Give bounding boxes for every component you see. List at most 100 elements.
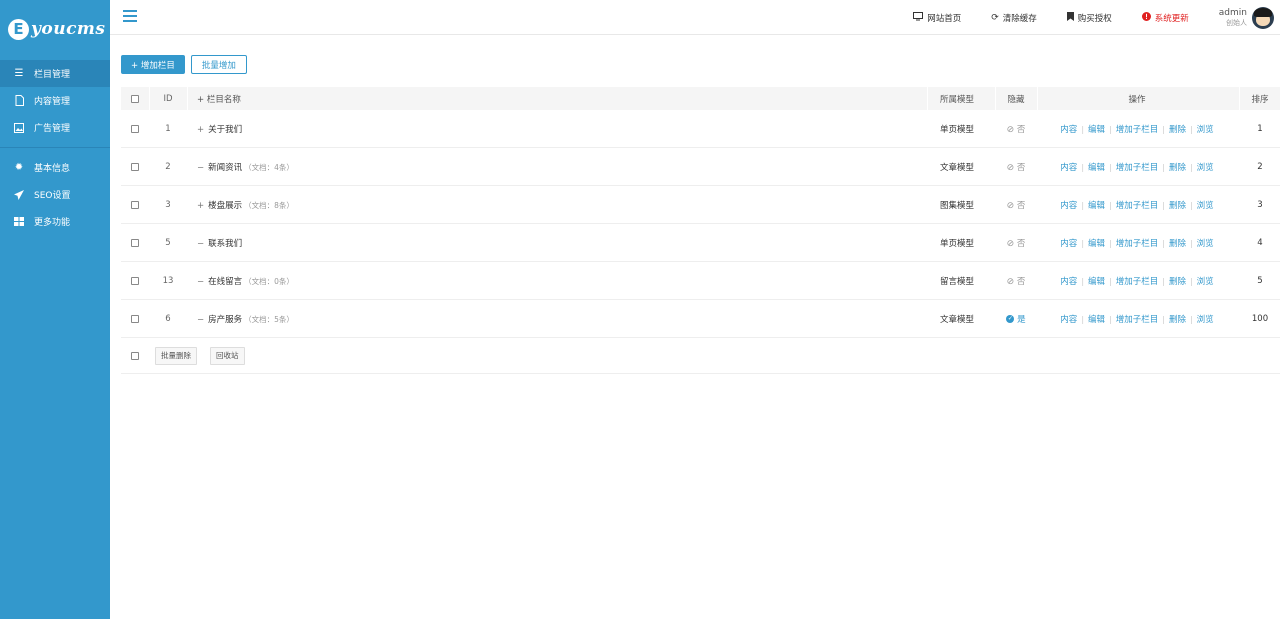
hidden-value: 否: [1016, 200, 1026, 211]
op-delete-link[interactable]: 删除: [1169, 315, 1186, 325]
op-content-link[interactable]: 内容: [1060, 315, 1077, 325]
row-hidden: ⊘ 否: [997, 237, 1035, 249]
row-name-cell: − 在线留言 （文档：0条）: [197, 275, 294, 287]
avatar[interactable]: [1252, 6, 1274, 29]
op-add-sub-link[interactable]: 增加子栏目: [1116, 163, 1159, 173]
grid-icon: [12, 217, 26, 226]
op-add-sub-link[interactable]: 增加子栏目: [1116, 239, 1159, 249]
row-name: 房产服务: [208, 314, 243, 325]
op-browse-link[interactable]: 浏览: [1197, 315, 1214, 325]
op-edit-link[interactable]: 编辑: [1088, 163, 1105, 173]
sidebar-item-seo[interactable]: SEO设置: [0, 181, 110, 208]
op-content-link[interactable]: 内容: [1060, 277, 1077, 287]
op-content-link[interactable]: 内容: [1060, 239, 1077, 249]
sidebar-divider: [0, 147, 110, 148]
expand-toggle[interactable]: −: [197, 315, 204, 325]
op-delete-link[interactable]: 删除: [1169, 163, 1186, 173]
header-id: ID: [163, 93, 173, 104]
row-id: 6: [165, 313, 171, 324]
expand-toggle[interactable]: −: [197, 239, 204, 249]
row-checkbox[interactable]: [131, 276, 139, 285]
op-browse-link[interactable]: 浏览: [1197, 125, 1214, 135]
op-edit-link[interactable]: 编辑: [1088, 239, 1105, 249]
expand-toggle[interactable]: −: [197, 163, 204, 173]
row-model: 文章模型: [939, 314, 974, 325]
row-id: 5: [165, 237, 171, 248]
header-name[interactable]: + 栏目名称: [197, 93, 241, 105]
row-checkbox[interactable]: [131, 200, 139, 209]
op-delete-link[interactable]: 删除: [1169, 277, 1186, 287]
sidebar-item-content[interactable]: 内容管理: [0, 87, 110, 114]
select-all-footer-checkbox[interactable]: [131, 351, 139, 360]
hidden-value: 是: [1017, 314, 1026, 325]
row-sort[interactable]: 1: [1241, 124, 1279, 134]
row-checkbox[interactable]: [131, 238, 139, 247]
expand-toggle[interactable]: −: [197, 277, 204, 287]
user-names: admin 创始人: [1219, 8, 1247, 28]
row-id: 13: [162, 275, 174, 286]
select-all-checkbox[interactable]: [131, 94, 139, 103]
row-sort[interactable]: 5: [1241, 276, 1279, 286]
row-sort[interactable]: 4: [1241, 238, 1279, 248]
header-ops: 操作: [1128, 94, 1146, 105]
expand-toggle[interactable]: +: [197, 125, 204, 135]
add-column-button[interactable]: + 增加栏目: [121, 55, 185, 74]
op-add-sub-link[interactable]: 增加子栏目: [1116, 277, 1159, 287]
op-browse-link[interactable]: 浏览: [1197, 277, 1214, 287]
expand-toggle[interactable]: +: [197, 201, 204, 211]
op-edit-link[interactable]: 编辑: [1088, 125, 1105, 135]
op-add-sub-link[interactable]: 增加子栏目: [1116, 315, 1159, 325]
row-sort[interactable]: 100: [1241, 314, 1279, 324]
batch-add-button[interactable]: 批量增加: [190, 55, 247, 74]
row-ops: 内容 | 编辑 | 增加子栏目 | 删除 | 浏览: [1060, 124, 1214, 135]
op-edit-link[interactable]: 编辑: [1088, 315, 1105, 325]
logo[interactable]: E youcms: [0, 0, 110, 58]
paper-plane-icon: [12, 189, 26, 200]
system-update-link[interactable]: 系统更新: [1141, 11, 1189, 24]
sidebar-toggle-icon[interactable]: [123, 10, 137, 22]
batch-delete-button[interactable]: 批量删除: [155, 346, 197, 365]
op-content-link[interactable]: 内容: [1060, 201, 1077, 211]
op-delete-link[interactable]: 删除: [1169, 125, 1186, 135]
sidebar-item-label: 更多功能: [34, 218, 71, 228]
op-content-link[interactable]: 内容: [1060, 125, 1077, 135]
user-menu[interactable]: admin 创始人: [1219, 6, 1274, 29]
site-home-link[interactable]: 网站首页: [913, 11, 961, 24]
sidebar-item-label: 内容管理: [34, 97, 71, 107]
hidden-value: 否: [1016, 124, 1026, 135]
no-icon: ⊘: [1006, 238, 1015, 249]
sidebar-nav: ☰ 栏目管理 内容管理 广告管理 ✹ 基本信息 SEO设置 更多功能: [0, 60, 110, 235]
row-sort[interactable]: 3: [1241, 200, 1279, 210]
gear-icon: ✹: [14, 162, 24, 173]
row-checkbox[interactable]: [131, 124, 139, 133]
op-delete-link[interactable]: 删除: [1169, 201, 1186, 211]
hidden-value: 否: [1016, 276, 1026, 287]
clear-cache-link[interactable]: ⟳ 清除缓存: [991, 12, 1037, 24]
row-checkbox[interactable]: [131, 314, 139, 323]
table-row: 6 − 房产服务 （文档：5条） 文章模型 ✓ 是 内容 | 编辑 | 增加子栏目 | 删除 | 浏…: [121, 300, 1280, 338]
row-id: 2: [165, 161, 171, 172]
header-hidden: 隐藏: [1007, 94, 1025, 105]
sidebar-item-columns[interactable]: ☰ 栏目管理: [0, 60, 110, 87]
sidebar-item-more[interactable]: 更多功能: [0, 208, 110, 235]
op-browse-link[interactable]: 浏览: [1197, 239, 1214, 249]
op-edit-link[interactable]: 编辑: [1088, 201, 1105, 211]
row-checkbox[interactable]: [131, 162, 139, 171]
row-hidden: ⊘ 否: [997, 199, 1035, 211]
op-browse-link[interactable]: 浏览: [1197, 163, 1214, 173]
sidebar-item-basic-info[interactable]: ✹ 基本信息: [0, 154, 110, 181]
no-icon: ⊘: [1006, 276, 1015, 287]
op-edit-link[interactable]: 编辑: [1088, 277, 1105, 287]
sidebar-item-ads[interactable]: 广告管理: [0, 114, 110, 141]
recycle-bin-button[interactable]: 回收站: [210, 346, 245, 365]
buy-license-link[interactable]: 购买授权: [1066, 11, 1112, 24]
op-add-sub-link[interactable]: 增加子栏目: [1116, 125, 1159, 135]
no-icon: ⊘: [1006, 124, 1015, 135]
row-hidden: ⊘ 否: [997, 161, 1035, 173]
op-browse-link[interactable]: 浏览: [1197, 201, 1214, 211]
op-content-link[interactable]: 内容: [1060, 163, 1077, 173]
row-sort[interactable]: 2: [1241, 162, 1279, 172]
row-ops: 内容 | 编辑 | 增加子栏目 | 删除 | 浏览: [1060, 276, 1214, 287]
op-delete-link[interactable]: 删除: [1169, 239, 1186, 249]
op-add-sub-link[interactable]: 增加子栏目: [1116, 201, 1159, 211]
